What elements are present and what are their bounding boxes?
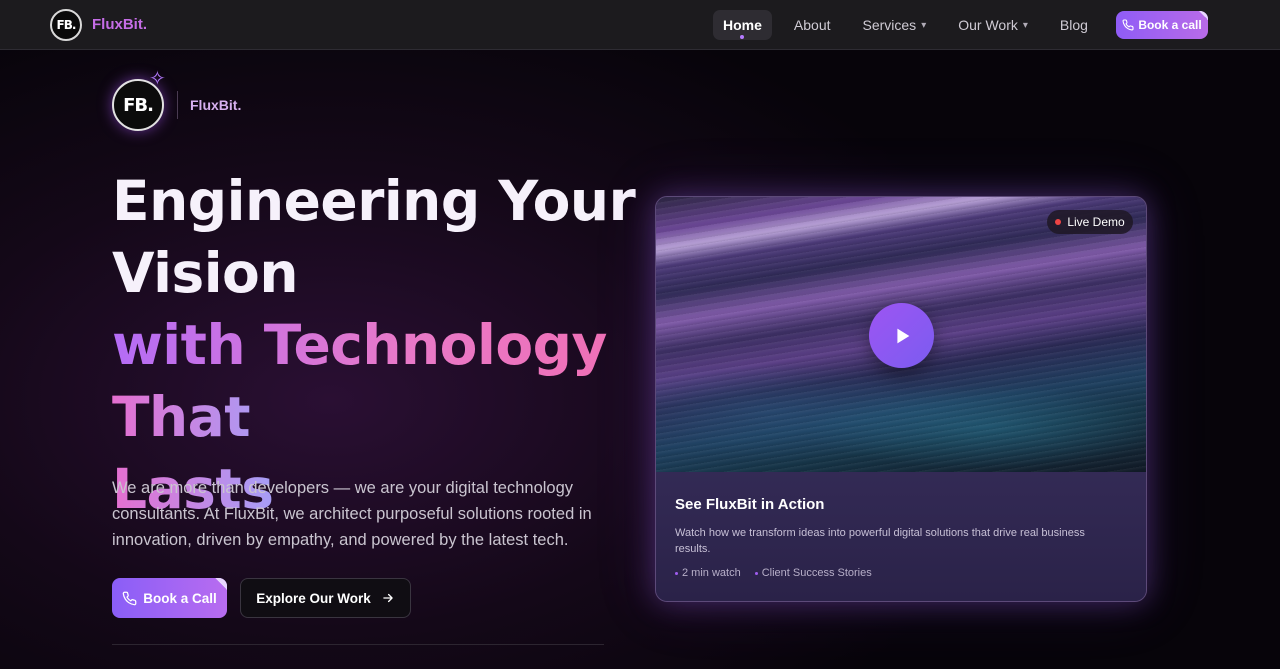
video-card-body: See FluxBit in Action Watch how we trans… xyxy=(656,472,1146,601)
headline-line-1: Engineering Your xyxy=(112,169,636,233)
nav-link-blog[interactable]: Blog xyxy=(1050,10,1098,40)
nav-cta-label: Book a call xyxy=(1138,18,1202,32)
meta-duration-label: 2 min watch xyxy=(682,567,741,579)
nav-logo-text: FB. xyxy=(56,18,77,32)
video-card: Live Demo See FluxBit in Action Watch ho… xyxy=(655,196,1147,602)
video-card-meta: 2 min watch Client Success Stories xyxy=(675,567,872,579)
phone-icon xyxy=(122,591,137,605)
hero-brand: FluxBit. xyxy=(190,97,242,113)
explore-our-work-label: Explore Our Work xyxy=(256,590,371,606)
play-button[interactable] xyxy=(869,303,934,368)
corner-fold-decoration xyxy=(1199,11,1208,20)
nav-link-home[interactable]: Home xyxy=(713,10,772,40)
nav-link-about[interactable]: About xyxy=(784,10,841,40)
meta-category: Client Success Stories xyxy=(754,567,872,579)
book-a-call-label: Book a Call xyxy=(143,590,217,606)
meta-duration: 2 min watch xyxy=(675,567,741,579)
corner-fold-decoration xyxy=(215,578,227,590)
nav-links: Home About Services ▾ Our Work ▾ Blog xyxy=(713,10,1098,40)
hero-lead-text: We are more than developers — we are you… xyxy=(112,479,592,549)
headline-line-2: Vision xyxy=(112,241,298,305)
nav-link-label: Services xyxy=(862,17,917,33)
play-icon xyxy=(896,328,909,343)
bullet-icon xyxy=(675,571,678,575)
hero-logo-text: FB. xyxy=(123,94,154,116)
nav-link-services[interactable]: Services ▾ xyxy=(853,10,937,40)
hero-headline: Engineering Your Vision with Technology … xyxy=(112,165,636,525)
book-a-call-nav-button[interactable]: Book a call xyxy=(1116,11,1208,39)
explore-our-work-button[interactable]: Explore Our Work xyxy=(240,578,411,618)
nav-brand[interactable]: FluxBit. xyxy=(92,16,147,33)
live-demo-badge: Live Demo xyxy=(1047,210,1133,234)
video-card-title: See FluxBit in Action xyxy=(675,496,825,513)
nav-link-label: Blog xyxy=(1059,17,1088,33)
sparkle-icon: ✧ xyxy=(149,68,166,90)
hero-logo-divider xyxy=(177,91,178,119)
book-a-call-button[interactable]: Book a Call xyxy=(112,578,227,618)
arrow-right-icon xyxy=(383,593,393,603)
bullet-icon xyxy=(754,571,758,575)
top-navbar: FB. FluxBit. Home About Services ▾ Our Wo… xyxy=(0,0,1280,50)
chevron-down-icon: ▾ xyxy=(1022,19,1028,31)
live-dot-icon xyxy=(1055,219,1062,225)
live-demo-label: Live Demo xyxy=(1067,215,1125,229)
nav-logo[interactable]: FB. xyxy=(50,9,82,41)
nav-link-our-work[interactable]: Our Work ▾ xyxy=(948,10,1038,40)
nav-link-label: About xyxy=(793,17,831,33)
video-card-description: Watch how we transform ideas into powerf… xyxy=(675,527,1085,555)
phone-icon xyxy=(1122,19,1134,31)
meta-category-label: Client Success Stories xyxy=(761,567,872,579)
nav-link-label: Home xyxy=(723,17,762,33)
nav-link-label: Our Work xyxy=(958,17,1018,33)
chevron-down-icon: ▾ xyxy=(921,19,927,31)
hero-divider-line xyxy=(112,644,604,645)
headline-line-3: with Technology xyxy=(112,309,635,381)
